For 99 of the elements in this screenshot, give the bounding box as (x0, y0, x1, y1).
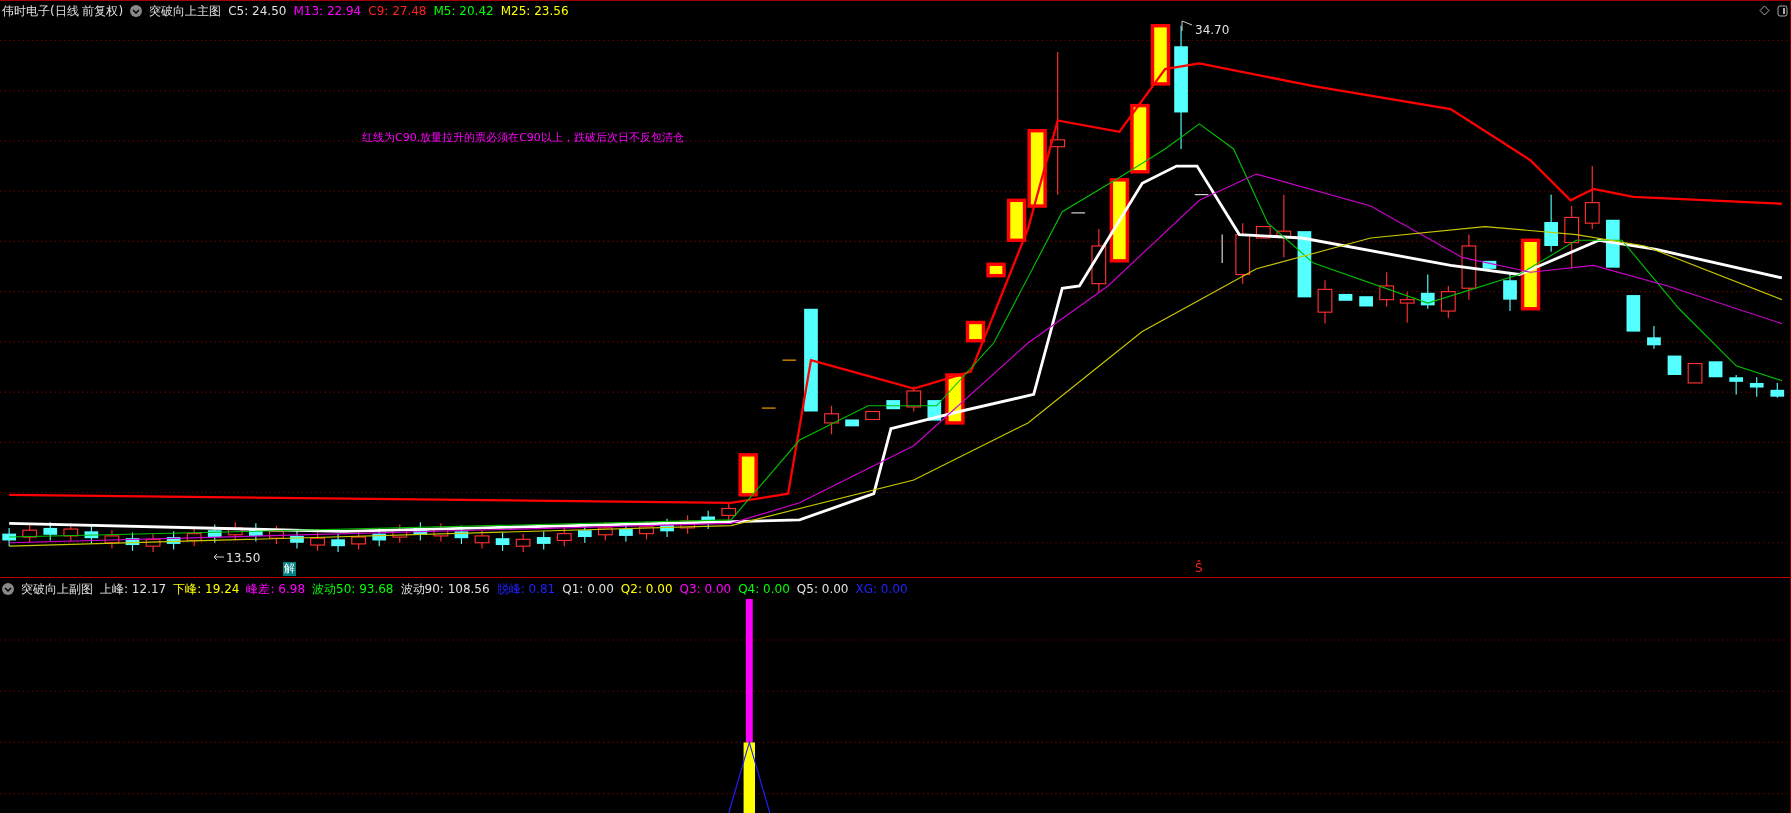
candlestick (1667, 355, 1682, 375)
candlestick (824, 405, 839, 435)
candlestick (474, 529, 490, 550)
candlestick (104, 529, 120, 550)
indicator-value: C5: 24.50 (228, 2, 287, 20)
high-price-label: 34.70 (1195, 22, 1230, 39)
candlestick (249, 522, 263, 543)
chart-annotation: 红线为C90,放量拉升的票必须在C90以上，跌破后次日不反包清仓 (362, 130, 684, 146)
candlestick (965, 320, 986, 343)
candlestick (145, 533, 161, 553)
indicator-value: 脱峰: 0.81 (496, 580, 556, 598)
candlestick (721, 502, 737, 522)
indicator-value: Q4: 0.00 (738, 580, 790, 598)
candlestick (845, 419, 859, 427)
candlestick (269, 525, 284, 545)
candlestick (1150, 24, 1171, 86)
candlestick (227, 521, 243, 542)
candlestick (22, 523, 38, 544)
indicator-value: Q1: 0.00 (562, 580, 614, 598)
price-tick-mark (1194, 194, 1210, 196)
candlestick (1235, 222, 1251, 285)
candlestick (166, 530, 181, 551)
candlestick (660, 518, 674, 538)
candlestick (1687, 363, 1703, 384)
price-tick-mark (1070, 212, 1086, 214)
candlestick (43, 521, 58, 542)
indicator-value: 下峰: 19.24 (173, 580, 240, 598)
indicator-name: 突破向上主图 (149, 2, 222, 20)
candlestick (207, 523, 222, 544)
signal-marker: Ŝ (1195, 561, 1203, 575)
candlestick (1440, 285, 1456, 319)
indicator-value: M5: 20.42 (433, 2, 494, 20)
candlestick (738, 453, 758, 497)
price-tick-mark (781, 359, 797, 361)
price-tick-mark (1221, 234, 1223, 264)
indicator-value: Q3: 0.00 (679, 580, 732, 598)
candlestick (1564, 205, 1580, 270)
dropdown-icon[interactable] (130, 4, 143, 17)
panel-icon[interactable] (1777, 4, 1788, 17)
candlestick (701, 510, 716, 530)
candlestick (433, 522, 449, 543)
indicator-value: 峰差: 6.98 (246, 580, 305, 598)
candlestick (84, 525, 99, 545)
candlestick (1544, 194, 1558, 253)
indicator-value: C9: 27.48 (368, 2, 427, 20)
candlestick (1420, 273, 1435, 310)
candlestick (186, 527, 202, 547)
candlestick (125, 531, 140, 552)
candlestick (536, 530, 551, 551)
indicator-value: 波动50: 93.68 (312, 580, 394, 598)
candlestick (1708, 361, 1723, 378)
candlestick (1338, 293, 1353, 301)
candlestick (1770, 382, 1785, 399)
price-tick-mark (761, 407, 777, 409)
indicator-value: M13: 22.94 (293, 2, 362, 20)
indicator-value: M25: 23.56 (500, 2, 569, 20)
candlestick (392, 523, 408, 544)
candlestick (1297, 231, 1312, 298)
candlestick (1461, 234, 1477, 301)
candlestick (886, 400, 901, 410)
candlestick (1359, 296, 1373, 307)
candlestick (1091, 228, 1107, 293)
indicator-value: XG: 0.00 (855, 580, 908, 598)
candlestick (351, 530, 367, 551)
candlestick (680, 514, 696, 535)
low-price-label: 13.50 (226, 550, 261, 567)
candlestick (1647, 325, 1661, 350)
candlestick (986, 262, 1006, 278)
candlestick (331, 533, 345, 553)
candlestick (1482, 260, 1497, 269)
candlestick (1729, 374, 1744, 395)
candlestick (556, 527, 572, 547)
candlestick (310, 531, 325, 552)
candlestick (290, 529, 304, 550)
diamond-icon[interactable] (1759, 5, 1770, 16)
arrow-icon (212, 553, 225, 561)
candlestick (1399, 291, 1415, 324)
candlestick (1379, 271, 1395, 308)
candlestick (1584, 165, 1600, 230)
candlestick (495, 531, 510, 552)
candlestick (1749, 376, 1764, 398)
indicator-value: 波动90: 108.56 (400, 580, 490, 598)
indicator-name: 突破向上副图 (21, 580, 93, 598)
indicator-value: Q5: 0.00 (796, 580, 849, 598)
candlestick (1605, 219, 1620, 268)
candlestick (1317, 279, 1333, 325)
indicator-value: Q2: 0.00 (620, 580, 673, 598)
candlestick (2, 527, 16, 547)
candlestick (515, 533, 531, 553)
candlestick (1276, 194, 1292, 258)
jie-marker: 解 (283, 562, 296, 576)
candlestick (906, 385, 922, 413)
stock-title: 伟时电子(日线 前复权) (2, 2, 124, 20)
dropdown-icon[interactable] (2, 582, 14, 595)
candlestick (1626, 295, 1641, 332)
candlestick (1130, 103, 1150, 174)
indicator-value: 上峰: 12.17 (100, 580, 167, 598)
candlestick (865, 410, 881, 421)
candlestick (413, 521, 428, 542)
